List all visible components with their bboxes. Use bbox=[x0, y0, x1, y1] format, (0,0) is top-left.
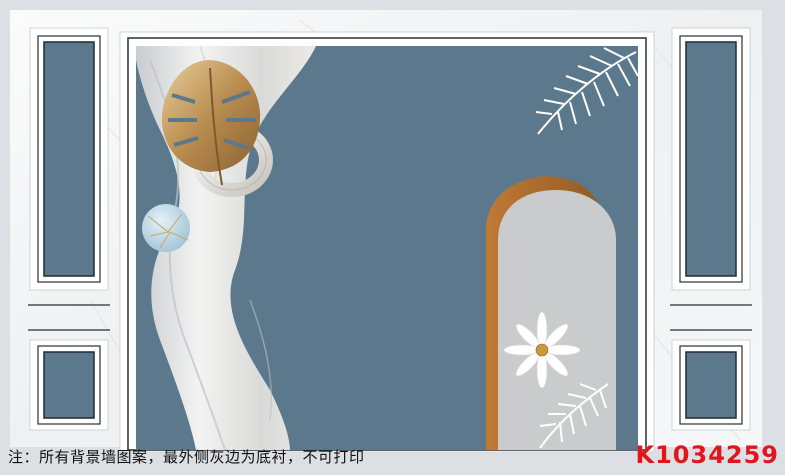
product-code: K1034259 bbox=[635, 441, 779, 469]
mural-artwork bbox=[0, 0, 785, 471]
left-wainscot-panel bbox=[28, 27, 110, 431]
arched-window bbox=[486, 176, 616, 450]
marble-sphere bbox=[142, 204, 190, 252]
print-note-caption: 注：所有背景墙图案，最外侧灰边为底衬，不可打印 bbox=[8, 448, 365, 466]
right-wainscot-panel bbox=[670, 27, 752, 431]
